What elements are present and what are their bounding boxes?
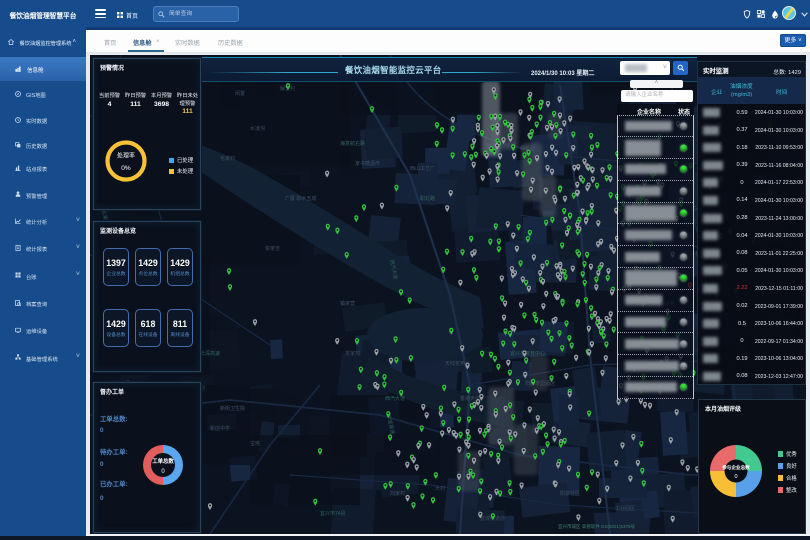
svg-text:处理率: 处理率 [117,151,135,159]
svg-text:参与企业总数: 参与企业总数 [722,464,750,471]
svg-text:工单总数: 工单总数 [152,457,174,465]
svg-text:宜兴市城区 高德软件 GS(2021)6375号: 宜兴市城区 高德软件 GS(2021)6375号 [558,523,636,530]
svg-text:0%: 0% [121,165,131,172]
svg-text:0: 0 [161,469,165,475]
svg-text:0: 0 [734,474,737,480]
